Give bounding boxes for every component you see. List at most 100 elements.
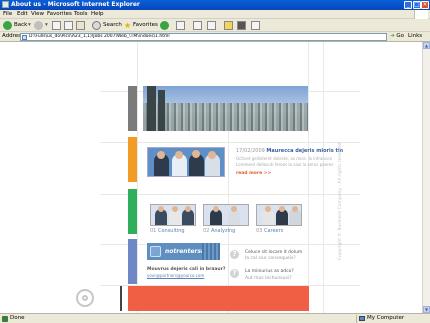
analyzing-label[interactable]: 02 Analyzing bbox=[203, 228, 235, 234]
news-body-line: Lorement dellocuti feroes la saul la ser… bbox=[236, 162, 334, 167]
done-icon bbox=[2, 316, 8, 322]
face bbox=[175, 151, 183, 159]
face bbox=[279, 206, 285, 212]
windows-logo-icon bbox=[414, 10, 428, 19]
face bbox=[231, 206, 237, 212]
menu-help[interactable]: Help bbox=[91, 11, 104, 17]
close-button[interactable]: × bbox=[421, 1, 429, 9]
section-bar-green bbox=[128, 189, 137, 234]
menu-view[interactable]: View bbox=[31, 11, 44, 17]
guide-line bbox=[323, 42, 324, 313]
menu-file[interactable]: File bbox=[3, 11, 12, 17]
face bbox=[172, 206, 178, 212]
copyright-text: Copyright © Business Company - All right… bbox=[338, 142, 343, 260]
search-button-label[interactable]: Search bbox=[103, 21, 122, 30]
media-icon[interactable] bbox=[160, 21, 169, 30]
footer-divider bbox=[120, 286, 122, 311]
careers-label[interactable]: 03 Careers bbox=[256, 228, 283, 234]
ie-page-icon bbox=[2, 1, 9, 8]
tower-left bbox=[147, 86, 156, 131]
section-bar-gray bbox=[128, 86, 137, 131]
home-icon[interactable] bbox=[76, 21, 85, 30]
question-icon: ? bbox=[230, 250, 239, 259]
folder-icon[interactable] bbox=[224, 21, 233, 30]
thumb-number: 01 bbox=[150, 228, 157, 234]
contact-email-link[interactable]: your@partners@yourco.com bbox=[147, 273, 204, 278]
window-title: About us - Microsoft Internet Explorer bbox=[11, 1, 140, 8]
faq-answer: la cal siur consequeis? bbox=[245, 256, 296, 261]
face bbox=[185, 206, 191, 212]
analyzing-thumbnail[interactable] bbox=[203, 204, 249, 226]
forward-dropdown-icon[interactable]: ▾ bbox=[45, 21, 48, 30]
consulting-thumbnail[interactable] bbox=[150, 204, 196, 226]
tower-right bbox=[158, 90, 165, 131]
status-text: Done bbox=[10, 315, 25, 321]
computer-icon bbox=[359, 316, 365, 321]
hero-skyline-image bbox=[143, 86, 308, 131]
face bbox=[208, 151, 216, 159]
mail-icon[interactable] bbox=[176, 21, 185, 30]
back-arrow-icon[interactable] bbox=[3, 21, 12, 30]
go-button[interactable]: ➜ Go bbox=[390, 33, 404, 39]
face bbox=[265, 206, 271, 212]
careers-thumbnail[interactable] bbox=[256, 204, 302, 226]
promo-banner[interactable]: notrentersrenti bbox=[147, 243, 220, 260]
links-button[interactable]: Links bbox=[408, 33, 422, 39]
go-label: Go bbox=[396, 33, 404, 39]
menu-tools[interactable]: Tools bbox=[74, 11, 88, 17]
news-photo[interactable] bbox=[147, 147, 225, 177]
address-input[interactable]: D:\Fulls\us_do\Pics\A23_1,1)\Jobs 2007\W… bbox=[20, 33, 387, 41]
thumb-label: Consulting bbox=[157, 228, 185, 234]
menu-favorites[interactable]: Favorites bbox=[47, 11, 72, 17]
news-date: 17/02/2009 bbox=[236, 148, 265, 154]
security-zone: My Computer bbox=[356, 315, 404, 323]
minimize-button[interactable]: _ bbox=[404, 1, 412, 9]
faq-question[interactable]: La miniurius as adco? bbox=[245, 269, 294, 274]
footer-bar bbox=[128, 286, 309, 311]
menu-bar: File Edit View Favorites Tools Help bbox=[0, 10, 430, 19]
research-icon[interactable] bbox=[237, 21, 246, 30]
messenger-icon[interactable] bbox=[251, 21, 260, 30]
stop-icon[interactable] bbox=[52, 21, 61, 30]
face bbox=[292, 206, 298, 212]
gear-center bbox=[82, 295, 88, 301]
face bbox=[192, 150, 200, 158]
face bbox=[157, 151, 165, 159]
news-body-line: Octivet gellisternt dolecte, as mice. la… bbox=[236, 156, 333, 161]
search-icon[interactable] bbox=[92, 21, 101, 30]
read-more-link[interactable]: read more >> bbox=[236, 171, 271, 176]
forward-arrow-icon[interactable] bbox=[34, 21, 43, 30]
title-bar: About us - Microsoft Internet Explorer _… bbox=[0, 0, 430, 10]
guide-line bbox=[100, 194, 360, 195]
back-dropdown-icon[interactable]: ▾ bbox=[28, 21, 31, 30]
address-url: D:\Fulls\us_do\Pics\A23_1,1)\Jobs 2007\W… bbox=[29, 34, 170, 39]
banner-icon bbox=[150, 246, 161, 257]
toolbar: Back ▾ ▾ Search ★ Favorites bbox=[0, 19, 430, 32]
print-icon[interactable] bbox=[193, 21, 202, 30]
status-bar: Done My Computer bbox=[0, 313, 430, 323]
guide-line bbox=[100, 244, 360, 245]
thumb-label: Analyzing bbox=[210, 228, 236, 234]
vertical-scrollbar[interactable]: ▲ ▼ bbox=[422, 42, 430, 313]
scroll-up-icon[interactable]: ▲ bbox=[423, 42, 430, 49]
gear-logo-icon[interactable] bbox=[76, 289, 94, 307]
address-bar: Address D:\Fulls\us_do\Pics\A23_1,1)\Job… bbox=[0, 32, 430, 42]
section-bar-orange bbox=[128, 137, 137, 182]
menu-edit[interactable]: Edit bbox=[17, 11, 28, 17]
consulting-label[interactable]: 01 Consulting bbox=[150, 228, 185, 234]
edit-icon[interactable] bbox=[207, 21, 216, 30]
face bbox=[158, 206, 164, 212]
guide-line bbox=[137, 42, 138, 313]
scroll-down-icon[interactable]: ▼ bbox=[423, 306, 430, 313]
maximize-button[interactable]: □ bbox=[413, 1, 421, 9]
faq-question[interactable]: Celuce sit locare it dolum bbox=[245, 250, 302, 255]
refresh-icon[interactable] bbox=[64, 21, 73, 30]
favorites-star-icon[interactable]: ★ bbox=[124, 21, 131, 30]
back-button-label[interactable]: Back bbox=[14, 21, 27, 30]
news-heading: 17/02/2009 Maurecca dejeris mioris tin bbox=[236, 148, 343, 154]
thumb-label: Careers bbox=[263, 228, 284, 234]
favorites-button-label[interactable]: Favorites bbox=[133, 21, 158, 30]
news-headline[interactable]: Maurecca dejeris mioris tin bbox=[266, 148, 343, 154]
question-icon: ? bbox=[230, 269, 239, 278]
guide-line bbox=[308, 42, 309, 313]
